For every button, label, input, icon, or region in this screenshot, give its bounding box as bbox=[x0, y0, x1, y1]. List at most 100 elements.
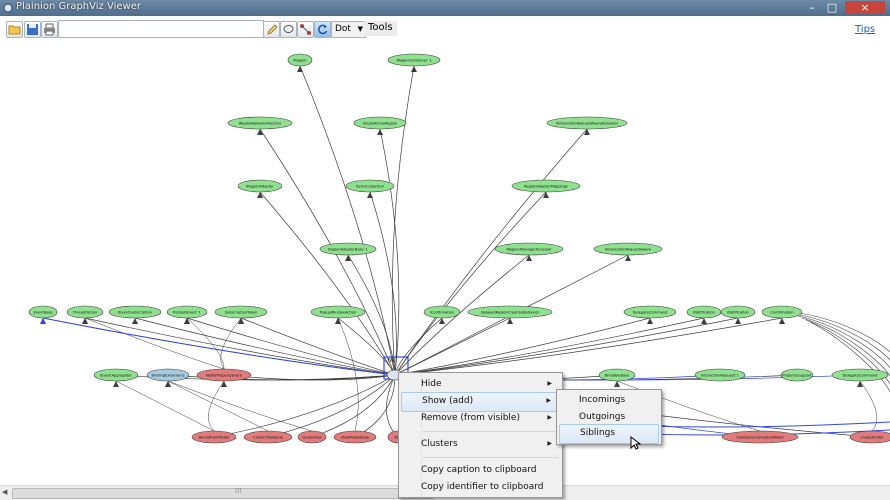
graph-node[interactable]: ItemsCollection bbox=[345, 179, 395, 193]
graph-edge bbox=[394, 317, 443, 376]
toolbar: Dot ▼ Tools Tips bbox=[0, 16, 890, 42]
graph-node[interactable]: BindingExtensions bbox=[146, 368, 190, 382]
graph-node[interactable]: PopupWindowAction bbox=[310, 305, 366, 319]
window-title: Plainion GraphViz Viewer bbox=[16, 1, 141, 12]
scrollbar-thumb[interactable] bbox=[12, 488, 434, 499]
graph-node[interactable]: IInteractionRequestAware bbox=[593, 242, 663, 256]
open-button[interactable] bbox=[6, 21, 23, 38]
graph-node[interactable]: PropertySupport bbox=[780, 368, 814, 382]
layout-engine-value: Dot bbox=[335, 24, 351, 34]
edge-arrowhead bbox=[543, 192, 549, 198]
graph-node[interactable]: IRegion bbox=[287, 53, 313, 67]
graph-node[interactable]: INotification bbox=[686, 305, 722, 319]
graph-node[interactable]: IConfirmation bbox=[423, 305, 461, 319]
graph-node[interactable]: EventBase bbox=[28, 305, 58, 319]
close-button[interactable]: × bbox=[845, 1, 885, 14]
nodes-button[interactable] bbox=[297, 21, 314, 38]
edge-arrowhead bbox=[257, 192, 263, 198]
graph-node-label: GraphView bbox=[302, 436, 322, 440]
graph-node[interactable]: IEventSubscription bbox=[108, 305, 162, 319]
graph-node-label: DelegateCommand bbox=[843, 374, 878, 378]
search-input[interactable] bbox=[58, 20, 264, 38]
lasso-button[interactable] bbox=[280, 21, 297, 38]
graph-node[interactable]: IRegionAdapter bbox=[237, 179, 283, 193]
layout-engine-select[interactable]: Dot ▼ bbox=[331, 21, 366, 38]
graph-node[interactable]: IRegionManagerAccessor bbox=[494, 242, 564, 256]
graph-edge bbox=[354, 374, 396, 438]
graph-node[interactable]: ClusterTreeNode bbox=[243, 430, 293, 444]
edge-arrowhead bbox=[439, 318, 445, 324]
submenu-item-incomings[interactable]: Incomings bbox=[559, 391, 659, 409]
app-icon bbox=[3, 3, 13, 13]
graph-node[interactable]: SaveDocumentationModel bbox=[721, 430, 799, 444]
graph-node[interactable]: IRegionBehaviorFactory bbox=[227, 116, 293, 130]
graph-node[interactable]: ThreadOption bbox=[66, 305, 104, 319]
graph-node-label: DelegateCommand bbox=[633, 311, 668, 315]
menu-item-hide[interactable]: Hide ▶ bbox=[401, 375, 560, 393]
graph-node-label: SaveDocumentationModel bbox=[736, 436, 783, 440]
graph-node[interactable]: DelegateCommand bbox=[831, 368, 889, 382]
graph-node[interactable]: DelegateCommand bbox=[623, 305, 677, 319]
graph-edge bbox=[167, 380, 269, 432]
graph-node-label: NotifyPropertyEvent bbox=[206, 374, 243, 378]
submenu-item-siblings[interactable]: Siblings bbox=[559, 424, 659, 444]
graph-node-label: IRegionAdapter bbox=[246, 185, 274, 189]
graph-node[interactable]: GraphView bbox=[297, 430, 327, 444]
graph-node-label: RegionAdapterMappings bbox=[524, 185, 568, 189]
menu-item-copy-caption[interactable]: Copy caption to clipboard bbox=[401, 461, 560, 479]
graph-edge bbox=[186, 317, 225, 370]
selected-node-label: NR bbox=[388, 358, 396, 364]
chevron-right-icon: ▶ bbox=[547, 380, 552, 387]
graph-node-label: DelayedRegionCreationBehavior bbox=[481, 311, 540, 315]
graph-node-label: IRegionContainer`1 bbox=[396, 59, 431, 63]
menu-separator bbox=[423, 431, 559, 432]
graph-node[interactable]: BindableBase bbox=[598, 368, 636, 382]
menu-separator bbox=[423, 457, 559, 458]
graph-node[interactable]: NotifyPropertyEvent bbox=[196, 368, 252, 382]
graph-edge bbox=[789, 311, 890, 353]
graph-node[interactable]: INotification bbox=[720, 305, 756, 319]
graph-node[interactable]: IEventAggregator bbox=[93, 368, 139, 382]
edit-button[interactable] bbox=[263, 21, 280, 38]
graph-node[interactable]: SingleActiveRegion bbox=[353, 116, 407, 130]
maximize-button[interactable]: □ bbox=[822, 1, 842, 14]
graph-node[interactable]: BoundItemModel bbox=[191, 430, 237, 444]
graph-edge bbox=[240, 317, 396, 376]
graph-node-label: IConfirmation bbox=[430, 311, 454, 315]
graph-node[interactable]: IInteractionRequestAwareBehavior bbox=[546, 116, 628, 130]
refresh-button[interactable] bbox=[314, 21, 331, 38]
menu-item-remove[interactable]: Remove (from visible) ▶ bbox=[401, 409, 560, 427]
graph-node[interactable]: ClusterEditor bbox=[849, 430, 890, 444]
graph-node[interactable]: PubSubEvent`1 bbox=[166, 305, 208, 319]
edge-arrowhead bbox=[526, 255, 532, 261]
show-add-submenu: Incomings Outgoings Siblings bbox=[556, 389, 662, 445]
graph-edge bbox=[115, 380, 215, 432]
graph-node[interactable]: DelayedRegionCreationBehavior bbox=[467, 305, 553, 319]
graph-node[interactable]: RegionAdapterBase`1 bbox=[319, 242, 377, 256]
graph-node-label: ItemsCollection bbox=[356, 185, 384, 189]
menu-item-copy-identifier[interactable]: Copy identifier to clipboard bbox=[401, 478, 560, 496]
graph-node[interactable]: Confirmation bbox=[761, 305, 803, 319]
graph-node[interactable]: SubscriptionToken bbox=[214, 305, 268, 319]
scroll-left-icon[interactable]: ◀ bbox=[2, 488, 7, 496]
graph-node[interactable]: RegionAdapterMappings bbox=[511, 179, 581, 193]
graph-edge bbox=[337, 317, 359, 432]
graph-node-label: PubSubEvent`1 bbox=[173, 311, 201, 315]
save-button[interactable] bbox=[24, 21, 41, 38]
menu-item-clusters[interactable]: Clusters ▶ bbox=[401, 435, 560, 453]
graph-node-label: IEventAggregator bbox=[100, 374, 132, 378]
graph-node[interactable]: IRegionContainer`1 bbox=[387, 53, 441, 67]
graph-node-label: InteractionRequest`1 bbox=[701, 374, 739, 378]
tools-menu[interactable]: Tools bbox=[364, 21, 397, 36]
edge-arrowhead bbox=[411, 66, 417, 72]
edge-arrowhead bbox=[367, 192, 373, 198]
graph-node[interactable]: ViewModelBase bbox=[333, 430, 377, 444]
graph-node-label: SubscriptionToken bbox=[225, 311, 258, 315]
graph-node[interactable]: InteractionRequest`1 bbox=[694, 368, 746, 382]
print-button[interactable] bbox=[41, 21, 58, 38]
graph-edge bbox=[299, 65, 396, 376]
tips-link[interactable]: Tips bbox=[855, 24, 875, 35]
minimize-button[interactable]: – bbox=[802, 1, 822, 14]
open-folder-icon bbox=[8, 25, 21, 35]
save-icon bbox=[27, 24, 38, 35]
